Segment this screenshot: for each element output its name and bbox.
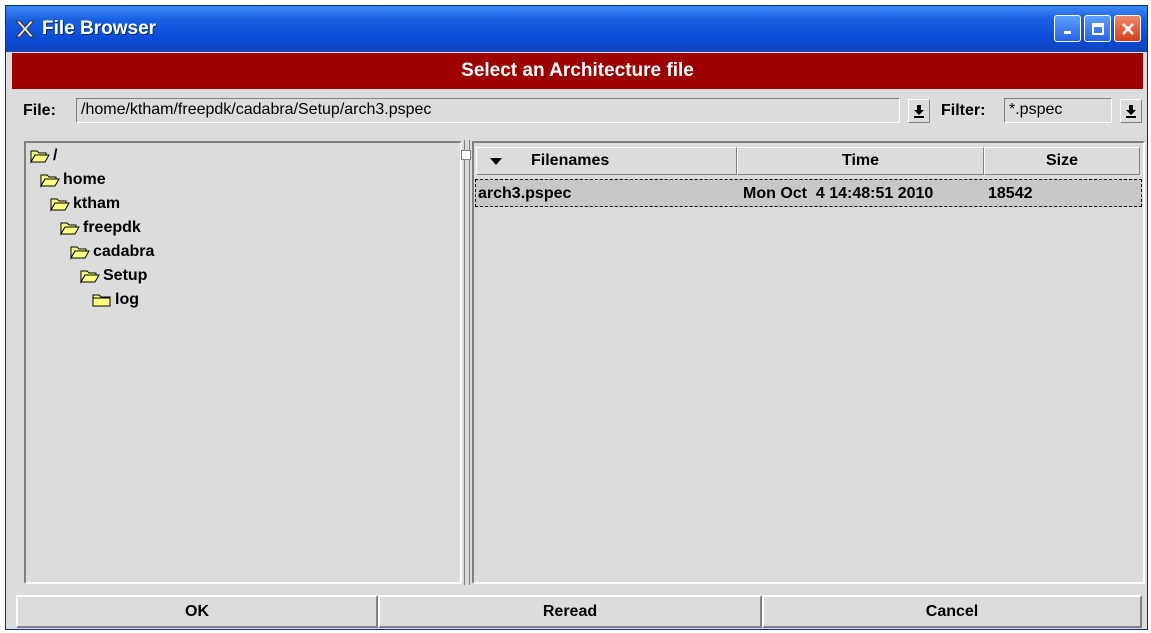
ok-button[interactable]: OK [16,595,378,628]
open-folder-icon [50,196,70,212]
directory-tree[interactable]: / home ktham freepdk cadabra Setup log [24,141,462,584]
filter-label: Filter: [941,102,986,119]
tree-item-label: freepdk [83,219,141,236]
column-label-filenames: Filenames [531,152,610,169]
pane-splitter[interactable] [464,140,470,585]
tree-item-root[interactable]: / [30,145,57,167]
arrow-down-icon [914,105,924,118]
file-label: File: [23,102,56,119]
file-row: File: /home/ktham/freepdk/cadabra/Setup/… [12,96,1143,126]
filter-dropdown-button[interactable] [1120,99,1142,123]
tree-item-label: / [53,147,58,164]
open-folder-icon [80,268,100,284]
file-time-cell: Mon Oct 4 14:48:51 2010 [743,185,934,202]
file-dropdown-button[interactable] [908,99,930,123]
open-folder-icon [60,220,80,236]
tree-item-label: Setup [103,267,148,284]
open-folder-icon [40,172,60,188]
title-bar[interactable]: File Browser [6,6,1147,52]
tree-item-ktham[interactable]: ktham [50,193,120,215]
x-logo-icon [14,18,36,40]
window-title: File Browser [42,18,157,39]
reread-button[interactable]: Reread [378,595,762,628]
column-header-time[interactable]: Time [737,147,984,175]
tree-item-freepdk[interactable]: freepdk [60,217,141,239]
tree-item-cadabra[interactable]: cadabra [70,241,154,263]
closed-folder-icon [92,292,112,308]
column-label-time: Time [841,152,880,169]
file-list[interactable]: Filenames Time Size arch3.pspec Mon Oct … [472,141,1145,584]
open-folder-icon [30,148,50,164]
minimize-button[interactable] [1054,15,1081,42]
file-path-input[interactable]: /home/ktham/freepdk/cadabra/Setup/arch3.… [76,98,900,123]
cancel-button[interactable]: Cancel [762,595,1142,628]
tree-item-setup[interactable]: Setup [80,265,147,287]
column-header-size[interactable]: Size [984,147,1140,175]
maximize-button[interactable] [1084,15,1111,42]
close-button[interactable] [1114,15,1141,42]
file-row-item[interactable]: arch3.pspec Mon Oct 4 14:48:51 2010 1854… [475,179,1142,207]
tree-item-label: ktham [73,195,121,212]
dialog-header: Select an Architecture file [12,53,1143,89]
column-header-filenames[interactable]: Filenames [476,147,737,175]
filter-input[interactable]: *.pspec [1004,98,1112,123]
tree-item-label: cadabra [93,243,155,260]
tree-item-home[interactable]: home [40,169,106,191]
tree-item-log[interactable]: log [92,289,139,311]
arrow-down-icon [1126,105,1136,118]
file-browser-window: File Browser Select an Architecture file… [5,5,1148,630]
file-name-cell: arch3.pspec [478,185,572,202]
tree-item-label: home [63,171,106,188]
sort-down-icon [490,158,502,165]
splitter-handle[interactable] [461,150,471,160]
open-folder-icon [70,244,90,260]
tree-item-label: log [115,291,139,308]
file-size-cell: 18542 [988,185,1033,202]
column-label-size: Size [1045,152,1078,169]
